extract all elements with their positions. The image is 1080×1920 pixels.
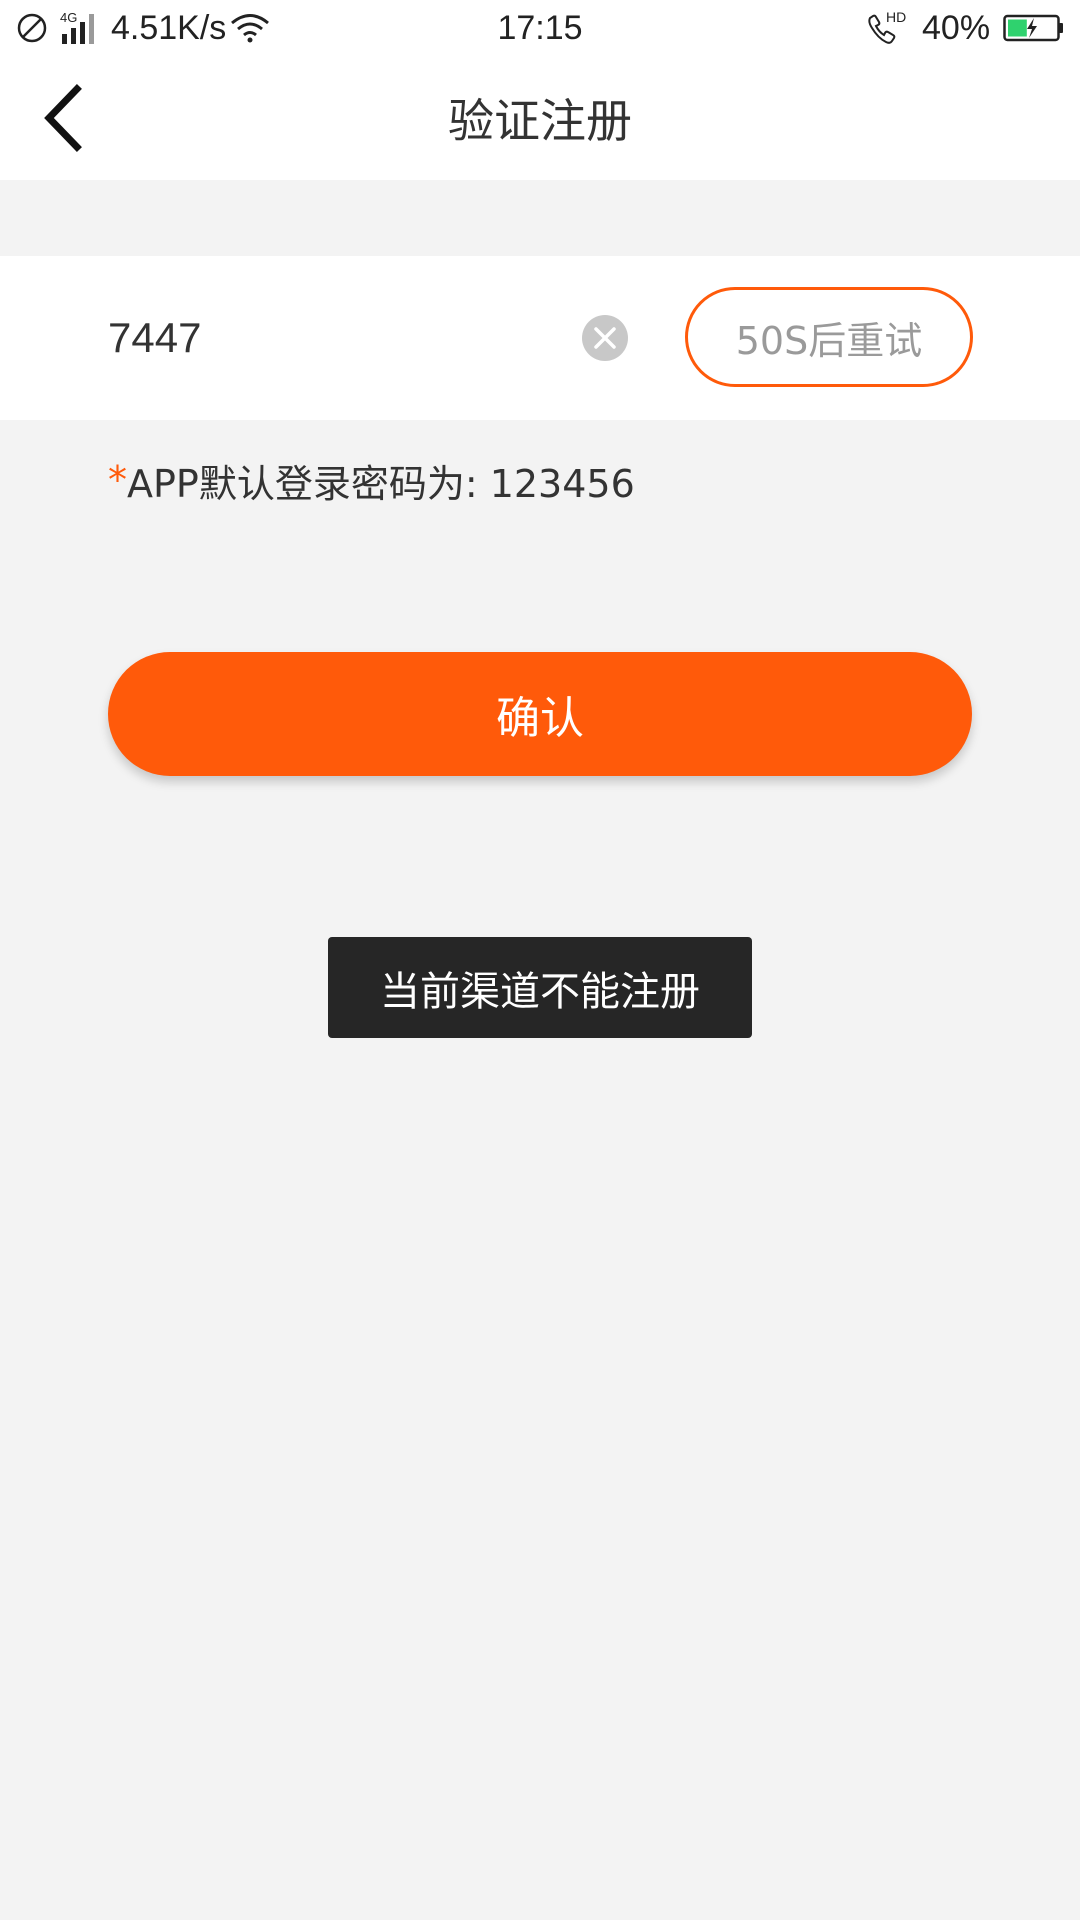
confirm-button[interactable]: 确认	[108, 652, 972, 776]
hd-call-icon: HD	[864, 0, 910, 56]
battery-charging-icon	[1003, 0, 1065, 56]
chevron-left-icon	[44, 84, 82, 152]
hint-text: APP默认登录密码为: 123456	[127, 461, 635, 506]
status-time: 17:15	[497, 8, 583, 47]
resend-code-button[interactable]: 50S后重试	[685, 287, 973, 387]
page-title: 验证注册	[448, 94, 632, 148]
call-badge-label: HD	[886, 9, 906, 25]
battery-percent: 40%	[922, 8, 991, 47]
required-asterisk: *	[108, 458, 127, 502]
default-password-hint: * APP默认登录密码为: 123456	[108, 452, 635, 508]
nav-bar: 验证注册	[0, 56, 1080, 180]
toast-message: 当前渠道不能注册	[328, 937, 752, 1038]
verification-code-input[interactable]	[108, 298, 558, 378]
status-bar: 4G 4.51K/s 17:15 HD 40%	[0, 0, 1080, 56]
clear-icon	[594, 327, 616, 349]
clear-button[interactable]	[582, 315, 628, 361]
back-button[interactable]	[24, 78, 104, 158]
